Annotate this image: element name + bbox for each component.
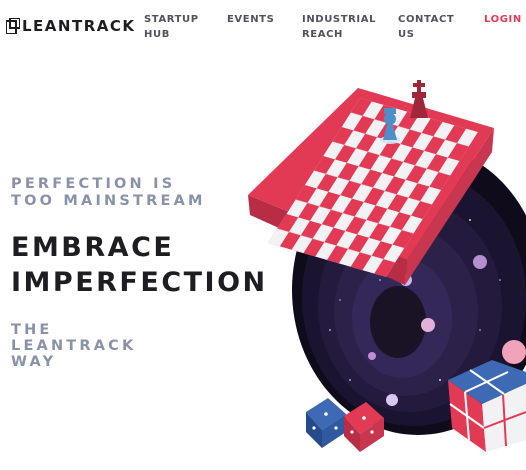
hero-subline: THE LEANTRACK WAY xyxy=(11,322,137,370)
brand-name: LEANTRACK xyxy=(22,17,136,35)
hero-illustration xyxy=(248,80,526,452)
nav-events[interactable]: EVENTS xyxy=(227,12,277,27)
hero-tagline: PERFECTION IS TOO MAINSTREAM xyxy=(11,176,206,209)
nav-industrial-reach[interactable]: INDUSTRIAL REACH xyxy=(302,12,375,42)
hero-headline: EMBRACE IMPERFECTION xyxy=(11,232,268,298)
nav-contact-us[interactable]: CONTACT US xyxy=(398,12,454,42)
leantrack-logo-icon xyxy=(6,18,20,34)
login-link[interactable]: LOGIN xyxy=(484,12,522,27)
nav-startup-hub[interactable]: STARTUP HUB xyxy=(144,12,204,42)
brand-logo[interactable]: LEANTRACK xyxy=(6,17,136,35)
top-navigation: LEANTRACK STARTUP HUB EVENTS INDUSTRIAL … xyxy=(0,0,526,60)
king-piece-icon xyxy=(410,80,428,118)
dice-icon xyxy=(306,398,346,448)
